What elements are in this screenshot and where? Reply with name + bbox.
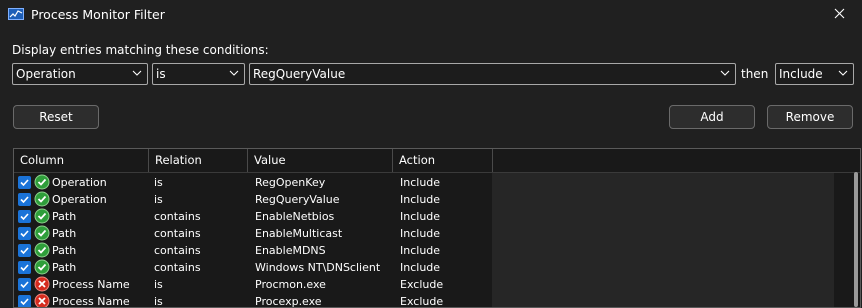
action-value: Include [779,67,823,81]
include-check-icon [34,208,50,224]
cell-column: Operation [52,193,107,206]
table-row[interactable]: Process Name is Procexp.exe Exclude [14,293,834,308]
column-dropdown[interactable]: Operation [12,63,148,85]
cell-action: Include [400,176,441,189]
table-row[interactable]: Path contains EnableNetbios Include [14,208,834,225]
cell-column: Path [52,244,77,257]
cell-value: EnableNetbios [255,210,335,223]
filter-list[interactable]: Column Relation Value Action Operation is… [13,148,861,308]
row-checkbox[interactable] [18,244,31,257]
row-checkbox[interactable] [18,227,31,240]
header-value[interactable]: Value [248,149,393,172]
then-label: then [741,67,769,81]
row-checkbox[interactable] [18,295,31,307]
chevron-down-icon [131,66,143,80]
relation-value: is [156,67,166,81]
cell-action: Include [400,210,441,223]
action-dropdown[interactable]: Include [775,63,854,85]
cell-column: Process Name [52,295,130,308]
row-checkbox[interactable] [18,193,31,206]
chevron-down-icon [837,66,849,80]
table-row[interactable]: Path contains EnableMulticast Include [14,225,834,242]
cell-relation: is [154,193,163,206]
cell-column: Path [52,210,77,223]
header-column[interactable]: Column [14,149,149,172]
cell-value: EnableMulticast [255,227,343,240]
title-bar: Process Monitor Filter [0,0,862,30]
include-check-icon [34,242,50,258]
cell-value: EnableMDNS [255,244,326,257]
relation-dropdown[interactable]: is [152,63,245,85]
list-header: Column Relation Value Action [14,149,860,173]
chevron-down-icon [719,66,731,80]
row-checkbox[interactable] [18,261,31,274]
reset-button[interactable]: Reset [13,105,99,129]
table-row[interactable]: Path contains EnableMDNS Include [14,242,834,259]
table-row[interactable]: Operation is RegQueryValue Include [14,191,834,208]
cell-relation: is [154,295,163,308]
cell-column: Path [52,227,77,240]
cell-column: Path [52,261,77,274]
row-checkbox[interactable] [18,278,31,291]
cell-action: Include [400,261,441,274]
row-checkbox[interactable] [18,176,31,189]
cell-value: Procmon.exe [255,278,326,291]
close-icon [834,7,845,23]
include-check-icon [34,259,50,275]
cell-relation: contains [154,227,201,240]
row-checkbox[interactable] [18,210,31,223]
header-action[interactable]: Action [393,149,493,172]
cell-relation: contains [154,210,201,223]
cell-action: Include [400,227,441,240]
table-row[interactable]: Path contains Windows NT\DNSclient Include [14,259,834,276]
value-text: RegQueryValue [253,67,346,81]
cell-column: Process Name [52,278,130,291]
cell-value: Procexp.exe [255,295,322,308]
cell-relation: is [154,278,163,291]
cell-action: Include [400,193,441,206]
cell-action: Include [400,244,441,257]
column-value: Operation [16,67,76,81]
cell-relation: contains [154,244,201,257]
conditions-label: Display entries matching these condition… [12,43,269,57]
include-check-icon [34,191,50,207]
cell-value: RegQueryValue [255,193,340,206]
exclude-x-icon [34,293,50,307]
header-relation[interactable]: Relation [149,149,248,172]
cell-value: Windows NT\DNSclient [255,261,381,274]
process-monitor-icon [8,8,24,20]
window-title: Process Monitor Filter [31,7,165,22]
chevron-down-icon [228,66,240,80]
vertical-scrollbar[interactable] [854,172,858,307]
cell-value: RegOpenKey [255,176,326,189]
cell-action: Exclude [400,278,444,291]
add-button[interactable]: Add [669,105,755,129]
cell-relation: is [154,176,163,189]
close-button[interactable] [816,0,862,30]
cell-relation: contains [154,261,201,274]
remove-button[interactable]: Remove [767,105,853,129]
include-check-icon [34,174,50,190]
cell-column: Operation [52,176,107,189]
table-row[interactable]: Operation is RegOpenKey Include [14,174,834,191]
include-check-icon [34,225,50,241]
table-row[interactable]: Process Name is Procmon.exe Exclude [14,276,834,293]
cell-action: Exclude [400,295,444,308]
exclude-x-icon [34,276,50,292]
value-combobox[interactable]: RegQueryValue [249,63,736,85]
